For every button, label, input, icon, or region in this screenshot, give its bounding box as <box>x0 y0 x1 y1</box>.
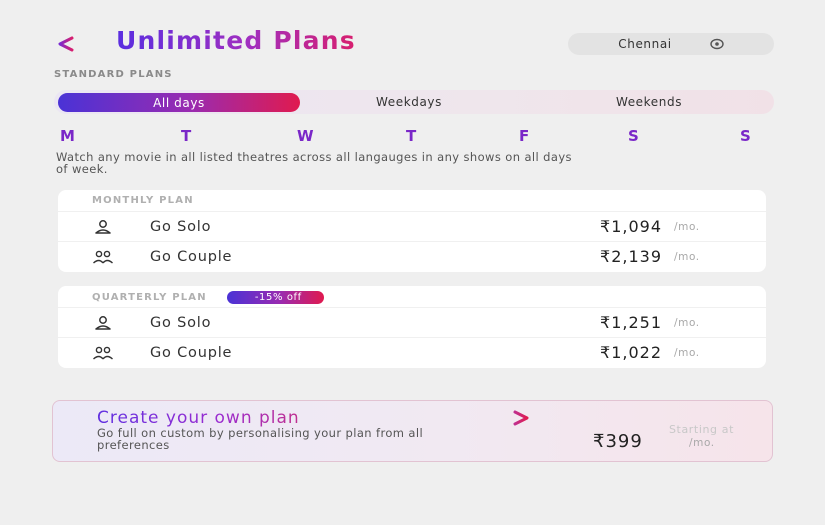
day-monday: M <box>60 127 76 145</box>
price-unit: /mo. <box>674 220 700 233</box>
price-unit: /mo. <box>674 346 700 359</box>
custom-plan-price: ₹399 <box>593 431 643 452</box>
day-wednesday: W <box>297 127 315 145</box>
users-icon <box>93 250 113 264</box>
price-unit: /mo. <box>674 316 700 329</box>
user-icon <box>95 316 111 330</box>
plan-row-monthly-solo[interactable]: Go Solo ₹1,094 /mo. <box>58 211 766 241</box>
monthly-plan-card: MONTHLY PLAN Go Solo ₹1,094 /mo. Go Coup… <box>58 190 766 272</box>
price-unit: /mo. <box>674 250 700 263</box>
back-button[interactable] <box>50 30 80 58</box>
plan-price: ₹1,251 <box>600 313 662 332</box>
chevron-left-icon <box>58 36 74 52</box>
chevron-right-icon <box>513 410 529 426</box>
price-unit: /mo. <box>689 437 715 449</box>
tab-weekends[interactable]: Weekends <box>544 90 754 114</box>
page-title: Unlimited Plans <box>116 26 356 55</box>
day-sunday: S <box>740 127 752 145</box>
plan-name: Go Solo <box>150 314 212 331</box>
plan-price: ₹1,094 <box>600 217 662 236</box>
plan-price: ₹1,022 <box>600 343 662 362</box>
city-label: Chennai <box>618 37 672 51</box>
card-header: QUARTERLY PLAN -15% off <box>92 291 324 304</box>
plan-description: Watch any movie in all listed theatres a… <box>56 150 572 176</box>
quarterly-plan-card: QUARTERLY PLAN -15% off Go Solo ₹1,251 /… <box>58 286 766 368</box>
custom-plan-description: Go full on custom by personalising your … <box>97 426 424 452</box>
day-thursday: T <box>406 127 418 145</box>
plan-name: Go Couple <box>150 248 233 265</box>
quarterly-plan-title: QUARTERLY PLAN <box>92 292 207 303</box>
plan-row-monthly-couple[interactable]: Go Couple ₹2,139 /mo. <box>58 241 766 271</box>
city-selector[interactable]: Chennai <box>568 33 774 55</box>
custom-plan-title: Create your own plan <box>97 408 300 428</box>
plan-tabs: All days Weekdays Weekends <box>54 90 774 114</box>
plan-row-quarterly-solo[interactable]: Go Solo ₹1,251 /mo. <box>58 307 766 337</box>
monthly-plan-title: MONTHLY PLAN <box>92 195 194 206</box>
starting-at-label: Starting at <box>668 423 734 436</box>
create-own-plan-card[interactable]: Create your own plan Go full on custom b… <box>52 400 773 462</box>
tab-all-days[interactable]: All days <box>58 93 300 112</box>
card-header: MONTHLY PLAN <box>92 195 194 206</box>
section-label: STANDARD PLANS <box>54 69 173 80</box>
user-icon <box>95 220 111 234</box>
day-saturday: S <box>628 127 640 145</box>
tab-weekdays[interactable]: Weekdays <box>304 90 514 114</box>
plan-row-quarterly-couple[interactable]: Go Couple ₹1,022 /mo. <box>58 337 766 367</box>
day-tuesday: T <box>181 127 193 145</box>
location-pin-icon <box>710 38 724 50</box>
day-friday: F <box>519 127 531 145</box>
plan-name: Go Couple <box>150 344 233 361</box>
plan-name: Go Solo <box>150 218 212 235</box>
users-icon <box>93 346 113 360</box>
plan-price: ₹2,139 <box>600 247 662 266</box>
discount-badge: -15% off <box>226 291 324 304</box>
